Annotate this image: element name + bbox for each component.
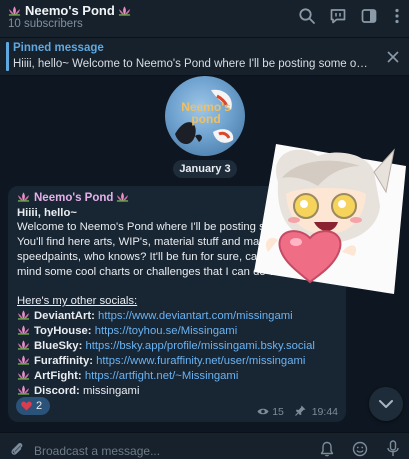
pinned-label: Pinned message: [13, 42, 104, 54]
message-line: You'll find here arts, WIP's, material s…: [17, 236, 265, 248]
pinned-preview: Hiiii, hello~ Welcome to Neemo's Pond wh…: [13, 58, 368, 70]
message-line: mind some cool charts or challenges that…: [17, 266, 275, 278]
social-row-bluesky: BlueSky: https://bsky.app/profile/missin…: [17, 340, 315, 352]
message-list[interactable]: Neemo's pond January 3 Neemo's Pond Hiiii…: [0, 76, 409, 432]
lotus-icon: [17, 192, 30, 202]
comments-icon[interactable]: [329, 7, 347, 25]
social-name: BlueSky:: [34, 340, 83, 352]
social-link[interactable]: https://www.furaffinity.net/user/missing…: [96, 355, 305, 367]
lotus-icon: [17, 310, 30, 320]
social-row-artfight: ArtFight: https://artfight.net/~Missinga…: [17, 370, 238, 382]
channel-title[interactable]: Neemo's Pond: [8, 3, 135, 18]
message-line: Welcome to Neemo's Pond where I'll be po…: [17, 221, 272, 233]
social-link[interactable]: https://artfight.net/~Missingami: [85, 370, 239, 382]
social-link[interactable]: https://bsky.app/profile/missingami.bsky…: [85, 340, 314, 352]
eye-icon: [257, 408, 269, 415]
social-link[interactable]: https://toyhou.se/Missingami: [95, 325, 238, 337]
reaction-count: 2: [36, 400, 43, 412]
search-icon[interactable]: [298, 7, 316, 25]
sidebar-toggle-icon[interactable]: [360, 7, 378, 25]
lotus-icon: [17, 355, 30, 365]
anime-sticker-image: [254, 144, 406, 294]
social-name: Discord:: [34, 385, 80, 397]
social-name: DeviantArt:: [34, 310, 95, 322]
social-name: Furaffinity:: [34, 355, 93, 367]
lotus-icon: [17, 325, 30, 335]
emoji-icon[interactable]: [352, 441, 368, 457]
social-row-furaffinity: Furaffinity: https://www.furaffinity.net…: [17, 355, 305, 367]
pin-icon: [294, 405, 306, 416]
channel-name: Neemo's Pond: [25, 3, 115, 18]
chevron-down-icon: [379, 400, 393, 408]
message-time: 19:44: [311, 406, 338, 418]
paperclip-icon[interactable]: [9, 441, 25, 457]
more-vertical-icon[interactable]: [388, 7, 406, 25]
social-name: ArtFight:: [34, 370, 82, 382]
date-separator: January 3: [173, 160, 237, 178]
heart-icon: [21, 401, 32, 411]
social-handle: missingami: [82, 385, 140, 397]
lotus-icon: [8, 6, 21, 16]
social-link[interactable]: https://www.deviantart.com/missingami: [98, 310, 293, 322]
lotus-icon: [118, 6, 130, 16]
lotus-icon: [117, 192, 129, 202]
lotus-icon: [17, 385, 30, 395]
pinned-indicator: [6, 42, 9, 71]
message-input-bar[interactable]: Broadcast a message...: [0, 432, 409, 459]
bell-icon[interactable]: [320, 441, 334, 457]
social-name: ToyHouse:: [34, 325, 92, 337]
microphone-icon[interactable]: [386, 440, 400, 458]
scroll-to-bottom-button[interactable]: [369, 387, 403, 421]
message-input[interactable]: Broadcast a message...: [34, 444, 160, 458]
message-line: speedpaints, who knows? It'll be fun for…: [17, 251, 264, 263]
socials-heading: Here's my other socials:: [17, 295, 138, 307]
heart-reaction[interactable]: 2: [16, 397, 50, 415]
subscriber-count: 10 subscribers: [8, 18, 83, 30]
view-count: 15: [272, 406, 284, 418]
pinned-message-bar[interactable]: Pinned message Hiiii, hello~ Welcome to …: [0, 38, 409, 76]
avatar-logo-text: Neemo's pond: [181, 100, 231, 126]
chat-header[interactable]: Neemo's Pond 10 subscribers: [0, 0, 409, 38]
close-icon[interactable]: [387, 51, 399, 63]
message-meta: 15 19:44: [257, 405, 338, 418]
social-row-toyhouse: ToyHouse: https://toyhou.se/Missingami: [17, 325, 237, 337]
author-name: Neemo's Pond: [34, 192, 114, 204]
social-row-deviantart: DeviantArt: https://www.deviantart.com/m…: [17, 310, 293, 322]
lotus-icon: [17, 370, 30, 380]
social-row-discord: Discord: missingami: [17, 385, 139, 397]
message-author[interactable]: Neemo's Pond: [17, 192, 133, 204]
channel-avatar[interactable]: Neemo's pond: [165, 76, 245, 156]
message-greeting: Hiiii, hello~: [17, 207, 77, 219]
lotus-icon: [17, 340, 30, 350]
